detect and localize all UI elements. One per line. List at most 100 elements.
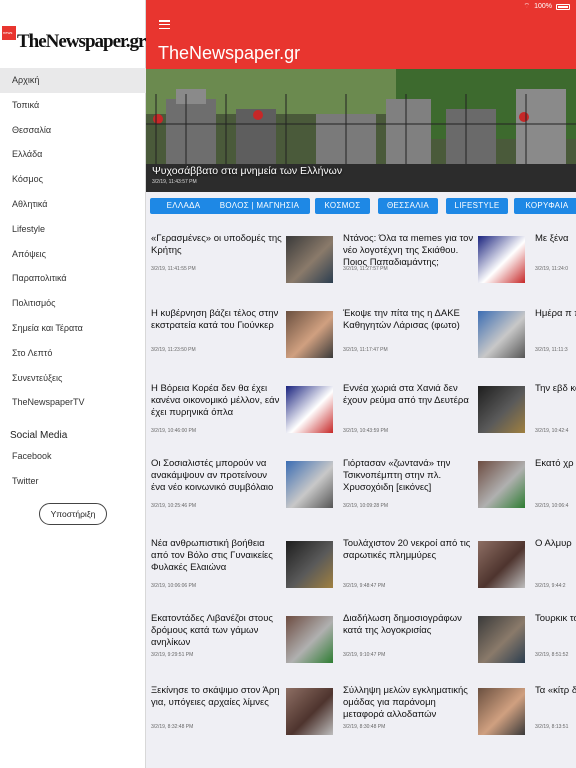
article-headline: Ο Αλμυρ: [535, 538, 572, 549]
article-thumbnail: [286, 616, 333, 663]
article-time: 3/2/19, 9:48:47 PM: [343, 583, 386, 589]
article-thumbnail: [478, 236, 525, 283]
main-content: ⌔ 100% TheNewspaper.gr Ψυχοσάββατο στα μ…: [146, 0, 576, 768]
article-thumbnail: [478, 461, 525, 508]
article-time: 3/2/19, 9:44:2: [535, 583, 566, 589]
social-item[interactable]: Twitter: [0, 469, 146, 494]
article-headline: Τα «κίτρ δρόμους: [535, 685, 576, 696]
sidebar-item[interactable]: Κόσμος: [0, 167, 146, 192]
article-time: 3/2/19, 10:09:28 PM: [343, 503, 389, 509]
article-card[interactable]: Διαδήλωση δημοσιογράφων κατά της λογοκρι…: [338, 608, 528, 680]
article-card[interactable]: Τουλάχιστον 20 νεκροί από τις σαρωτικές …: [338, 533, 528, 605]
article-time: 3/2/19, 9:29:51 PM: [151, 652, 194, 658]
article-time: 3/2/19, 11:17:47 PM: [343, 347, 388, 353]
article-time: 3/2/19, 10:43:59 PM: [343, 428, 389, 434]
social-item[interactable]: Facebook: [0, 444, 146, 469]
article-time: 3/2/19, 8:32:48 PM: [151, 724, 194, 730]
site-logo[interactable]: news TheNewspaper.gr: [2, 26, 146, 56]
article-headline: Εκατοντάδες Λιβανέζοι στους δρόμους κατά…: [151, 613, 273, 648]
status-bar: ⌔ 100%: [523, 2, 570, 11]
page-title: TheNewspaper.gr: [158, 43, 301, 63]
article-card[interactable]: Ο Αλμυρ 3/2/19, 9:44:2: [530, 533, 576, 605]
article-card[interactable]: Γιόρτασαν «ζωντανά» την Τσικνοπέμπτη στη…: [338, 453, 528, 525]
article-card[interactable]: Έκοψε την πίτα της η ΔΑΚΕ Καθηγητών Λάρι…: [338, 303, 528, 375]
article-card[interactable]: Εκατοντάδες Λιβανέζοι στους δρόμους κατά…: [146, 608, 336, 680]
article-headline: Γιόρτασαν «ζωντανά» την Τσικνοπέμπτη στη…: [343, 458, 451, 493]
sidebar-item[interactable]: Θεσσαλία: [0, 118, 146, 143]
article-card[interactable]: Νέα ανθρωπιστική βοήθεια από τον Βόλο στ…: [146, 533, 336, 605]
article-headline: Την εβδ κατατίθε «νόμος Ι: [535, 383, 576, 394]
article-headline: Σύλληψη μελών εγκληματικής ομάδας για πα…: [343, 685, 468, 720]
article-time: 3/2/19, 11:24:0: [535, 266, 568, 272]
sidebar-item[interactable]: Συνεντεύξεις: [0, 366, 146, 391]
article-card[interactable]: Η Βόρεια Κορέα δεν θα έχει κανένα οικονο…: [146, 378, 336, 450]
article-thumbnail: [286, 236, 333, 283]
article-card[interactable]: Με ξένα 3/2/19, 11:24:0: [530, 228, 576, 300]
article-thumbnail: [478, 311, 525, 358]
category-chip[interactable]: ΒΟΛΟΣ | ΜΑΓΝΗΣΙΑ: [209, 198, 310, 214]
sidebar-item[interactable]: Lifestyle: [0, 217, 146, 242]
sidebar: news TheNewspaper.gr Αρχική Τοπικά Θεσσαλί…: [0, 0, 146, 768]
article-card[interactable]: Ντάνος: Όλα τα memes για τον νέο λογοτέχ…: [338, 228, 528, 300]
article-time: 3/2/19, 10:06:4: [535, 503, 569, 509]
sidebar-item[interactable]: Τοπικά: [0, 93, 146, 118]
hero-time: 3/2/19, 11:43:57 PM: [152, 179, 197, 185]
article-card[interactable]: Ξεκίνησε το σκάψιμο στον Άρη για, υπόγει…: [146, 680, 336, 752]
sidebar-item[interactable]: Πολιτισμός: [0, 291, 146, 316]
article-headline: Έκοψε την πίτα της η ΔΑΚΕ Καθηγητών Λάρι…: [343, 308, 460, 331]
article-thumbnail: [286, 461, 333, 508]
sidebar-item[interactable]: Αθλητικά: [0, 192, 146, 217]
article-time: 3/2/19, 10:06:06 PM: [151, 583, 197, 589]
battery-percent: 100%: [534, 3, 552, 10]
article-card[interactable]: Την εβδ κατατίθε «νόμος Ι 3/2/19, 10:42:4: [530, 378, 576, 450]
article-card[interactable]: Τα «κίτρ δρόμους 3/2/19, 8:13:51: [530, 680, 576, 752]
category-chip[interactable]: LIFESTYLE: [446, 198, 508, 214]
category-chip[interactable]: ΚΟΣΜΟΣ: [315, 198, 370, 214]
hero-title: Ψυχοσάββατο στα μνημεία των Ελλήνων: [152, 165, 343, 177]
article-thumbnail: [478, 541, 525, 588]
article-headline: Τουρκικ των Κού: [535, 613, 576, 624]
article-headline: Νέα ανθρωπιστική βοήθεια από τον Βόλο στ…: [151, 538, 273, 573]
article-card[interactable]: Ημέρα π πεζών τ στον Βό 3/2/19, 11:11:3: [530, 303, 576, 375]
sidebar-item[interactable]: Σημεία και Τέρατα: [0, 316, 146, 341]
article-card[interactable]: Σύλληψη μελών εγκληματικής ομάδας για πα…: [338, 680, 528, 752]
article-headline: Η Βόρεια Κορέα δεν θα έχει κανένα οικονο…: [151, 383, 280, 418]
article-card[interactable]: Τουρκικ των Κού 3/2/19, 8:51:52: [530, 608, 576, 680]
support-button[interactable]: Υποστήριξη: [39, 503, 107, 525]
sidebar-item[interactable]: TheNewspaperTV: [0, 390, 146, 415]
article-headline: Ημέρα π πεζών τ στον Βό: [535, 308, 576, 319]
sidebar-item[interactable]: Αρχική: [0, 68, 146, 93]
article-headline: Τουλάχιστον 20 νεκροί από τις σαρωτικές …: [343, 538, 471, 561]
article-time: 3/2/19, 11:41:55 PM: [151, 266, 196, 272]
sidebar-item[interactable]: Στο Λεπτό: [0, 341, 146, 366]
article-thumbnail: [478, 386, 525, 433]
article-time: 3/2/19, 8:30:48 PM: [343, 724, 386, 730]
article-card[interactable]: Οι Σοσιαλιστές μπορούν να ανακάμψουν αν …: [146, 453, 336, 525]
article-card[interactable]: «Γερασμένες» οι υποδομές της Κρήτης 3/2/1…: [146, 228, 336, 300]
article-thumbnail: [478, 688, 525, 735]
wifi-icon: ⌔: [523, 3, 531, 10]
article-headline: Εννέα χωριά στα Χανιά δεν έχουν ρεύμα απ…: [343, 383, 469, 406]
article-time: 3/2/19, 9:10:47 PM: [343, 652, 386, 658]
article-headline: Ντάνος: Όλα τα memes για τον νέο λογοτέχ…: [343, 233, 474, 268]
category-chip[interactable]: ΕΛΛΑΔΑ: [150, 198, 217, 214]
article-thumbnail: [286, 688, 333, 735]
article-card[interactable]: Εννέα χωριά στα Χανιά δεν έχουν ρεύμα απ…: [338, 378, 528, 450]
app-header: ⌔ 100% TheNewspaper.gr: [146, 0, 576, 69]
hero-article[interactable]: Ψυχοσάββατο στα μνημεία των Ελλήνων 3/2/…: [146, 69, 576, 192]
sidebar-item[interactable]: Παραπολιτικά: [0, 266, 146, 291]
article-time: 3/2/19, 8:51:52: [535, 652, 569, 658]
hamburger-icon[interactable]: [159, 20, 170, 30]
category-chip[interactable]: ΚΟΡΥΦΑΙΑ: [514, 198, 576, 214]
article-card[interactable]: Η κυβέρνηση βάζει τέλος στην εκστρατεία …: [146, 303, 336, 375]
article-time: 3/2/19, 10:46:00 PM: [151, 428, 197, 434]
category-bar: ΕΛΛΑΔΑ ΒΟΛΟΣ | ΜΑΓΝΗΣΙΑ ΚΟΣΜΟΣ ΘΕΣΣΑΛΙΑ LIFE…: [146, 192, 576, 221]
article-time: 3/2/19, 10:25:46 PM: [151, 503, 197, 509]
sidebar-item[interactable]: Ελλάδα: [0, 142, 146, 167]
article-card[interactable]: Εκατό χρ ίδρυση τ Κομμου 3/2/19, 10:06:4: [530, 453, 576, 525]
social-media-title: Social Media: [10, 430, 68, 441]
sidebar-item[interactable]: Απόψεις: [0, 242, 146, 267]
article-thumbnail: [286, 541, 333, 588]
article-time: 3/2/19, 11:27:57 PM: [343, 266, 388, 272]
category-chip[interactable]: ΘΕΣΣΑΛΙΑ: [378, 198, 438, 214]
